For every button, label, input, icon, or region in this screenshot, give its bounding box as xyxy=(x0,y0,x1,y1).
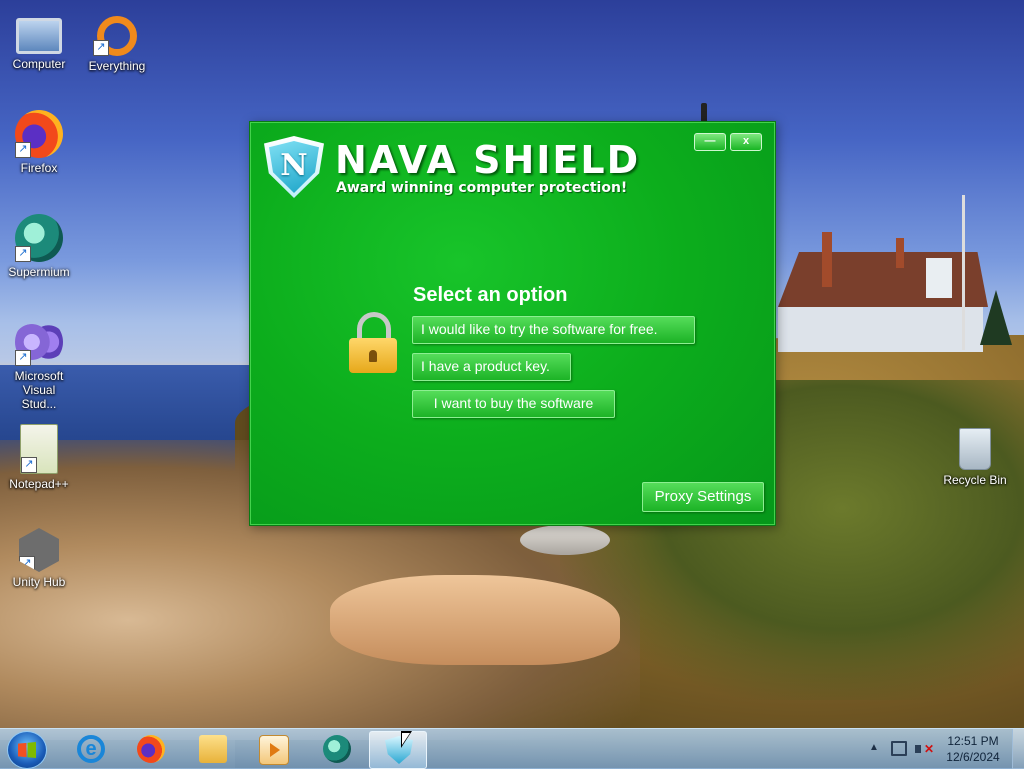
select-option-heading: Select an option xyxy=(413,284,568,306)
desktop-icon-visual-studio[interactable]: ↗ Microsoft Visual Stud... xyxy=(1,318,77,411)
taskbar-file-explorer[interactable] xyxy=(184,731,240,767)
clock[interactable]: 12:51 PM 12/6/2024 xyxy=(938,733,1008,765)
desktop-icon-recycle-bin[interactable]: Recycle Bin xyxy=(937,424,1013,487)
shortcut-arrow-icon: ↗ xyxy=(15,246,31,262)
start-button[interactable] xyxy=(7,731,47,769)
desktop-icon-label: Everything xyxy=(88,59,146,73)
shortcut-arrow-icon: ↗ xyxy=(93,40,109,56)
wallpaper-lighthouse-top xyxy=(701,103,707,123)
logo-letter: N xyxy=(269,141,319,193)
unity-hub-icon: ↗ xyxy=(19,528,59,572)
nava-shield-window: N NAVA SHIELD Award winning computer pro… xyxy=(249,121,776,526)
volume-muted-icon[interactable]: ✕ xyxy=(915,741,935,757)
proxy-settings-button[interactable]: Proxy Settings xyxy=(642,482,764,512)
taskbar-firefox[interactable] xyxy=(122,731,178,767)
wallpaper-stone xyxy=(520,525,610,555)
clock-time: 12:51 PM xyxy=(947,734,999,748)
desktop-icon-label: Supermium xyxy=(8,265,70,279)
internet-explorer-icon: e xyxy=(77,735,105,763)
clock-date: 12/6/2024 xyxy=(946,750,1000,764)
desktop-icon-label: Unity Hub xyxy=(12,575,66,589)
computer-icon xyxy=(16,18,62,54)
buy-software-button[interactable]: I want to buy the software xyxy=(412,390,615,418)
minimize-button[interactable]: — xyxy=(694,133,726,151)
padlock-icon xyxy=(349,312,397,374)
firefox-icon xyxy=(137,735,165,763)
visual-studio-icon: ↗ xyxy=(15,318,63,366)
app-title: NAVA SHIELD xyxy=(335,138,641,182)
notepadpp-icon: ↗ xyxy=(20,424,58,474)
desktop-icon-firefox[interactable]: ↗ Firefox xyxy=(1,110,77,175)
desktop-icon-supermium[interactable]: ↗ Supermium xyxy=(1,214,77,279)
firefox-icon: ↗ xyxy=(15,110,63,158)
taskbar: e ▲ ✕ 12:51 PM 12/6/2024 xyxy=(0,728,1024,769)
desktop-icon-computer[interactable]: Computer xyxy=(1,10,77,71)
taskbar-media-player[interactable] xyxy=(244,731,300,767)
desktop-icon-notepadpp[interactable]: ↗ Notepad++ xyxy=(1,424,77,491)
wallpaper-boulder xyxy=(330,575,620,665)
desktop-icon-label: Computer xyxy=(12,57,66,71)
recycle-bin-icon xyxy=(959,428,991,470)
windows-logo-icon xyxy=(18,742,36,758)
desktop-icon-label: Microsoft Visual Stud... xyxy=(14,369,64,411)
shortcut-arrow-icon: ↗ xyxy=(15,350,31,366)
product-key-button[interactable]: I have a product key. xyxy=(412,353,571,381)
taskbar-internet-explorer[interactable]: e xyxy=(62,731,118,767)
app-tagline: Award winning computer protection! xyxy=(336,180,628,196)
try-free-button[interactable]: I would like to try the software for fre… xyxy=(412,316,695,344)
close-button[interactable]: x xyxy=(730,133,762,151)
desktop-icon-everything[interactable]: ↗ Everything xyxy=(79,10,155,73)
desktop-icon-label: Firefox xyxy=(20,161,58,175)
shortcut-arrow-icon: ↗ xyxy=(15,142,31,158)
supermium-icon xyxy=(323,735,351,763)
mouse-cursor-icon xyxy=(401,731,415,751)
shortcut-arrow-icon: ↗ xyxy=(21,457,37,473)
wallpaper-flagpole xyxy=(962,195,965,350)
shield-logo-icon: N xyxy=(264,136,324,198)
show-desktop-button[interactable] xyxy=(1012,729,1024,769)
wallpaper-house xyxy=(778,232,990,352)
supermium-icon: ↗ xyxy=(15,214,63,262)
desktop-icon-label: Recycle Bin xyxy=(943,473,1007,487)
taskbar-nava-shield[interactable] xyxy=(369,731,427,769)
shortcut-arrow-icon: ↗ xyxy=(19,556,35,572)
desktop-icon-unity-hub[interactable]: ↗ Unity Hub xyxy=(1,528,77,589)
show-hidden-icons-icon[interactable]: ▲ xyxy=(869,742,879,753)
desktop-icon-label: Notepad++ xyxy=(9,477,69,491)
taskbar-supermium[interactable] xyxy=(308,731,364,767)
network-icon[interactable] xyxy=(891,741,907,756)
folder-icon xyxy=(199,735,227,763)
media-player-icon xyxy=(259,735,289,765)
